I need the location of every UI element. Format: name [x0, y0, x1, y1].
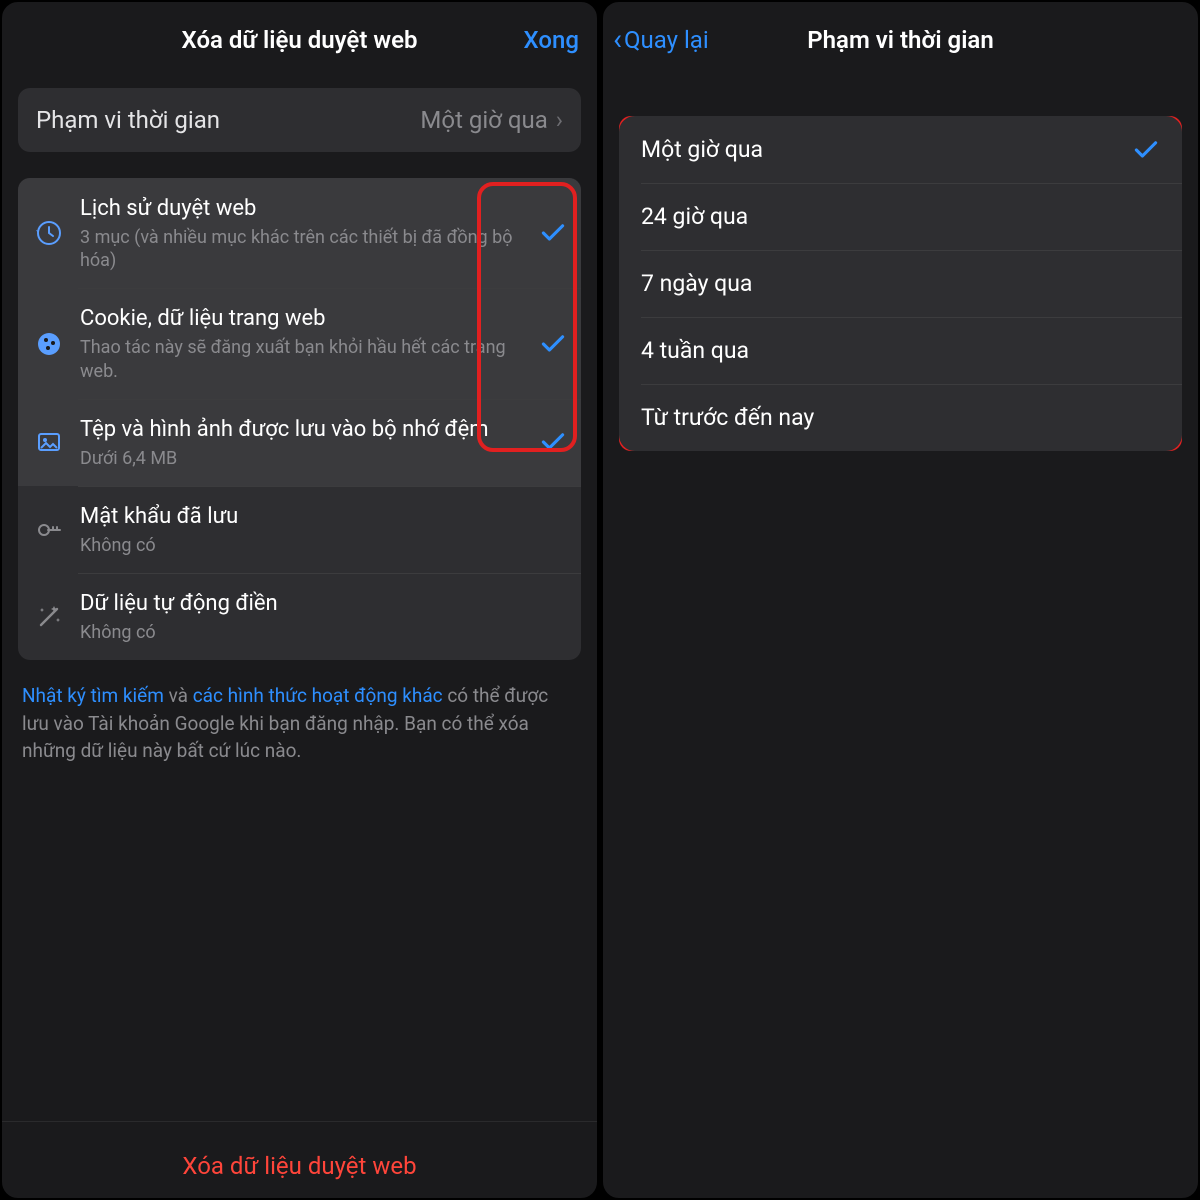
- data-types-group: Lịch sử duyệt web 3 mục (và nhiều mục kh…: [18, 178, 581, 660]
- data-item-history[interactable]: Lịch sử duyệt web 3 mục (và nhiều mục kh…: [18, 178, 581, 288]
- header: Xóa dữ liệu duyệt web Xong: [2, 2, 597, 76]
- time-option-all[interactable]: Từ trước đến nay: [619, 384, 1182, 451]
- time-option-24h[interactable]: 24 giờ qua: [619, 183, 1182, 250]
- data-item-title: Lịch sử duyệt web: [80, 194, 531, 224]
- option-label: 4 tuần qua: [641, 337, 1132, 364]
- check-icon: [539, 430, 567, 454]
- data-item-sub: Dưới 6,4 MB: [80, 447, 531, 470]
- data-item-sub: 3 mục (và nhiều mục khác trên các thiết …: [80, 226, 531, 273]
- header: ‹ Quay lại Phạm vi thời gian: [603, 2, 1198, 76]
- option-label: Một giờ qua: [641, 136, 1132, 163]
- data-item-passwords[interactable]: Mật khẩu đã lưu Không có: [18, 486, 581, 573]
- done-button[interactable]: Xong: [524, 26, 580, 54]
- data-item-title: Cookie, dữ liệu trang web: [80, 304, 531, 334]
- option-label: 7 ngày qua: [641, 270, 1132, 297]
- data-item-title: Tệp và hình ảnh được lưu vào bộ nhớ đệm: [80, 415, 531, 445]
- check-icon: [539, 221, 567, 245]
- time-range-label: Phạm vi thời gian: [36, 106, 420, 134]
- chevron-right-icon: ›: [556, 106, 563, 134]
- time-range-value: Một giờ qua: [420, 106, 547, 134]
- history-icon: [32, 216, 66, 250]
- key-icon: [32, 513, 66, 547]
- option-label: 24 giờ qua: [641, 203, 1132, 230]
- clear-data-screen: Xóa dữ liệu duyệt web Xong Phạm vi thời …: [0, 0, 599, 1200]
- clear-data-button[interactable]: Xóa dữ liệu duyệt web: [2, 1121, 597, 1198]
- time-option-1h[interactable]: Một giờ qua: [619, 116, 1182, 183]
- data-item-sub: Không có: [80, 534, 531, 557]
- check-icon: [1132, 138, 1160, 162]
- data-item-sub: Thao tác này sẽ đăng xuất bạn khỏi hầu h…: [80, 336, 531, 383]
- back-label: Quay lại: [624, 26, 709, 54]
- data-item-autofill[interactable]: Dữ liệu tự động điền Không có: [18, 573, 581, 660]
- data-item-cookies[interactable]: Cookie, dữ liệu trang web Thao tác này s…: [18, 288, 581, 398]
- time-option-7d[interactable]: 7 ngày qua: [619, 250, 1182, 317]
- cookie-icon: [32, 327, 66, 361]
- page-title: Xóa dữ liệu duyệt web: [20, 26, 579, 54]
- chevron-left-icon: ‹: [613, 25, 622, 55]
- data-item-cache[interactable]: Tệp và hình ảnh được lưu vào bộ nhớ đệm …: [18, 399, 581, 486]
- footer-note: Nhật ký tìm kiếm và các hình thức hoạt đ…: [18, 660, 581, 765]
- back-button[interactable]: ‹ Quay lại: [613, 25, 709, 55]
- data-item-title: Mật khẩu đã lưu: [80, 502, 531, 532]
- option-label: Từ trước đến nay: [641, 404, 1132, 431]
- other-activity-link[interactable]: các hình thức hoạt động khác: [193, 684, 443, 707]
- search-history-link[interactable]: Nhật ký tìm kiếm: [22, 684, 164, 707]
- data-item-title: Dữ liệu tự động điền: [80, 589, 531, 619]
- time-range-options: Một giờ qua 24 giờ qua 7 ngày qua 4 tuần…: [619, 116, 1182, 451]
- time-range-row[interactable]: Phạm vi thời gian Một giờ qua ›: [18, 88, 581, 152]
- check-icon: [539, 332, 567, 356]
- time-option-4w[interactable]: 4 tuần qua: [619, 317, 1182, 384]
- image-icon: [32, 425, 66, 459]
- time-range-screen: ‹ Quay lại Phạm vi thời gian Một giờ qua…: [601, 0, 1200, 1200]
- wand-icon: [32, 600, 66, 634]
- data-item-sub: Không có: [80, 621, 531, 644]
